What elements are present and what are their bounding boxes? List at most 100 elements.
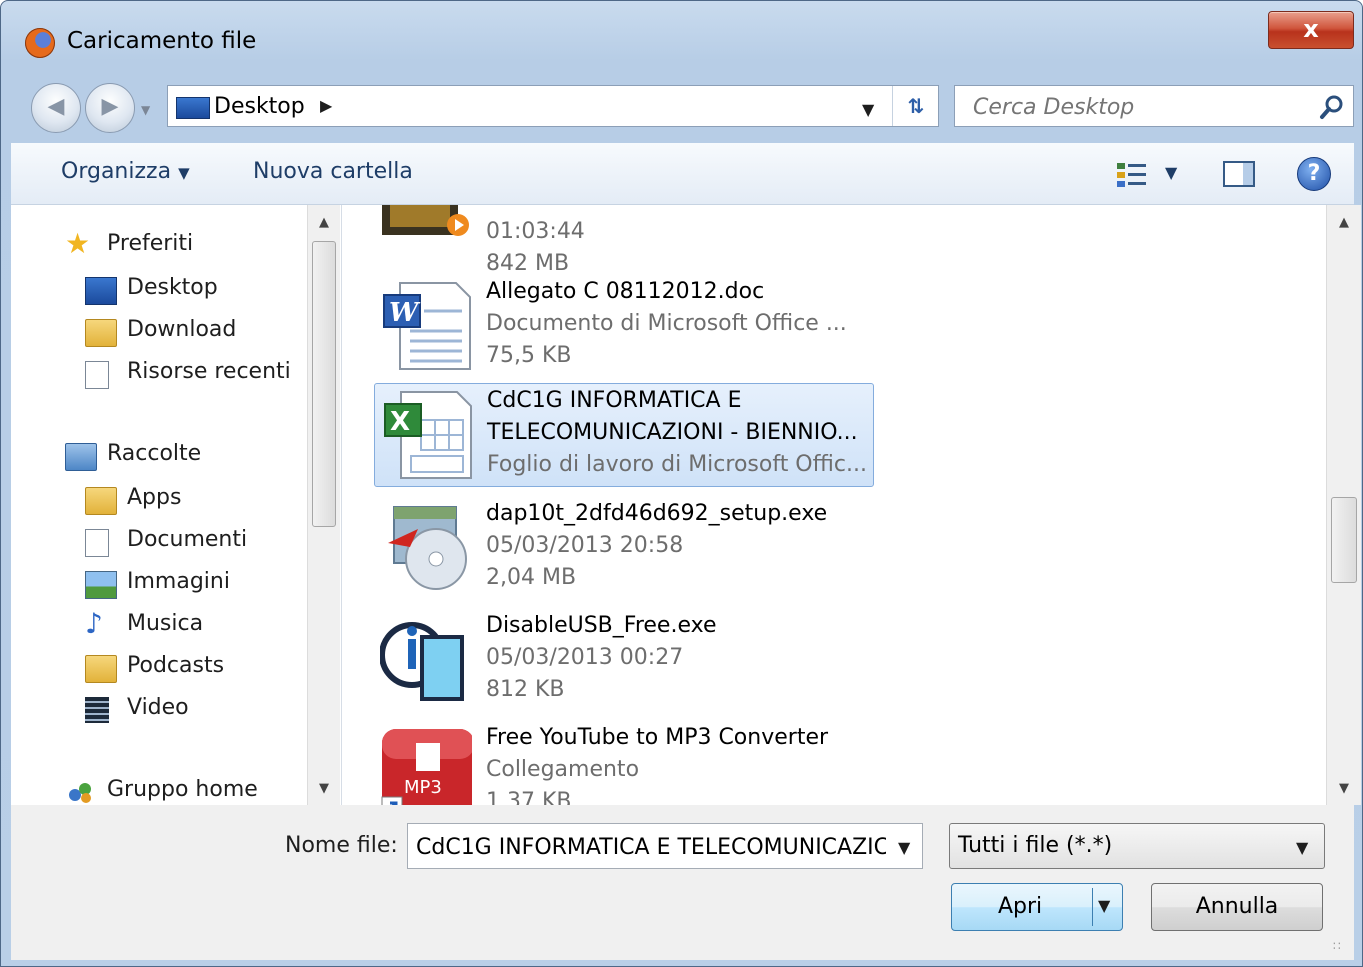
excel-document-icon: X (381, 390, 473, 480)
change-view-icon[interactable] (1115, 161, 1149, 189)
title-bar: Caricamento file x (1, 1, 1362, 73)
organize-menu-button[interactable]: Organizza ▼ (61, 159, 190, 184)
video-icon (85, 697, 109, 723)
address-bar[interactable]: Desktop ▶ ▼ ⇅ (167, 85, 939, 127)
star-icon: ★ (65, 227, 91, 260)
svg-text:X: X (390, 407, 410, 437)
sidebar-item-download[interactable]: Download (85, 317, 237, 347)
svg-text:MP3: MP3 (404, 777, 442, 798)
sidebar-group-0[interactable]: ★ Preferiti (65, 227, 194, 260)
history-dropdown-icon[interactable]: ▼ (141, 103, 150, 117)
sidebar-item-label: Musica (127, 611, 204, 636)
file-name: Free YouTube to MP3 Converter (486, 725, 829, 750)
sidebar-group-1[interactable]: Raccolte (65, 441, 202, 471)
libraries-icon (65, 443, 97, 471)
sidebar-group-label: Preferiti (107, 231, 194, 256)
forward-button[interactable]: ▶ (85, 83, 135, 133)
file-detail: Foglio di lavoro di Microsoft Offic... (487, 452, 867, 477)
file-type-value: Tutti i file (*.*) (958, 833, 1113, 858)
search-icon[interactable] (1317, 92, 1347, 122)
cancel-button[interactable]: Annulla (1151, 883, 1323, 931)
sidebar-item-apps[interactable]: Apps (85, 485, 182, 515)
file-size: 75,5 KB (486, 343, 572, 368)
file-size: 812 KB (486, 677, 565, 702)
folder-icon (85, 487, 117, 515)
scroll-down-icon[interactable]: ▼ (1327, 781, 1361, 796)
file-size: 842 MB (486, 251, 570, 276)
breadcrumb-chevron-icon[interactable]: ▶ (320, 96, 332, 115)
file-size: 2,04 MB (486, 565, 577, 590)
breadcrumb-desktop[interactable]: Desktop (214, 94, 305, 119)
mp3-shortcut-icon: MP3 (380, 727, 474, 805)
pictures-icon (85, 571, 117, 599)
file-item[interactable]: MP3 Free YouTube to MP3 Converter Collegam… (374, 721, 874, 805)
documents-icon (85, 529, 109, 557)
sidebar-item-label: Risorse recenti (127, 359, 291, 384)
file-name-continued: TELECOMUNICAZIONI - BIENNIO... (487, 420, 858, 445)
command-bar: Organizza ▼ Nuova cartella ▼ ? (11, 143, 1354, 205)
open-button[interactable]: Apri ▼ (951, 883, 1123, 931)
open-options-dropdown-icon[interactable]: ▼ (1098, 896, 1110, 915)
sidebar-item-immagini[interactable]: Immagini (85, 569, 230, 599)
file-detail: 01:03:44 (486, 219, 585, 244)
scroll-up-icon[interactable]: ▲ (308, 215, 340, 230)
sidebar-group-2[interactable]: Gruppo home (69, 777, 258, 803)
scroll-down-icon[interactable]: ▼ (308, 781, 340, 796)
refresh-button[interactable]: ⇅ (892, 86, 939, 126)
search-box[interactable] (954, 85, 1354, 127)
sidebar-item-label: Apps (127, 485, 182, 510)
sidebar-item-documenti[interactable]: Documenti (85, 527, 247, 557)
back-arrow-icon: ◀ (47, 94, 65, 119)
sidebar-group-label: Raccolte (107, 441, 202, 466)
cancel-button-label: Annulla (1195, 894, 1279, 919)
file-list-scrollbar[interactable]: ▲ ▼ (1326, 205, 1361, 805)
close-button[interactable]: x (1268, 11, 1354, 49)
scroll-up-icon[interactable]: ▲ (1327, 215, 1361, 230)
view-options-dropdown-icon[interactable]: ▼ (1165, 163, 1177, 182)
address-dropdown-icon[interactable]: ▼ (862, 100, 874, 119)
music-icon: ♪ (85, 607, 103, 640)
navigation-scrollbar[interactable]: ▲ ▼ (307, 205, 340, 805)
file-name: DisableUSB_Free.exe (486, 613, 717, 638)
scrollbar-thumb[interactable] (1331, 497, 1357, 583)
video-file-icon (380, 205, 472, 279)
dialog-footer: Nome file: ▼ Tutti i file (*.*) ▼ Apri ▼… (11, 805, 1354, 960)
resize-grip-icon[interactable]: ∷ (1333, 939, 1341, 953)
filename-combobox[interactable]: ▼ (407, 823, 923, 869)
file-type-select[interactable]: Tutti i file (*.*) ▼ (949, 823, 1325, 869)
file-item[interactable]: DisableUSB_Free.exe 05/03/2013 00:27 812 K… (374, 609, 874, 713)
sidebar-item-video[interactable]: Video (85, 695, 189, 723)
file-item[interactable]: W Allegato C 08112012.doc Documento di Mic… (374, 275, 874, 379)
filename-label: Nome file: (285, 833, 398, 858)
sidebar-item-desktop[interactable]: Desktop (85, 275, 218, 305)
desktop-icon (176, 97, 210, 119)
forward-arrow-icon: ▶ (101, 94, 119, 119)
back-button[interactable]: ◀ (31, 83, 81, 133)
preview-pane-button[interactable] (1223, 161, 1255, 187)
sidebar-item-podcasts[interactable]: Podcasts (85, 653, 224, 683)
split-divider (1092, 888, 1093, 926)
chevron-down-icon: ▼ (1296, 838, 1309, 857)
sidebar-item-risorse-recenti[interactable]: Risorse recenti (85, 359, 291, 389)
filename-field[interactable] (414, 834, 888, 861)
file-size: 1,37 KB (486, 789, 572, 805)
chevron-down-icon[interactable]: ▼ (898, 838, 910, 857)
new-folder-button[interactable]: Nuova cartella (253, 159, 413, 184)
sidebar-item-label: Download (127, 317, 237, 342)
sidebar-item-label: Video (127, 695, 189, 720)
sidebar-item-musica[interactable]: ♪ Musica (85, 607, 204, 640)
file-detail: Collegamento (486, 757, 640, 782)
organize-label: Organizza (61, 159, 172, 184)
open-button-label: Apri (998, 894, 1043, 919)
installer-icon (380, 503, 472, 593)
file-detail: Documento di Microsoft Office ... (486, 311, 847, 336)
firefox-icon (25, 28, 55, 58)
address-row: ◀ ▶ ▼ Desktop ▶ ▼ ⇅ (1, 75, 1362, 137)
file-name: Allegato C 08112012.doc (486, 279, 765, 304)
file-item[interactable]: dap10t_2dfd46d692_setup.exe 05/03/2013 20… (374, 497, 874, 601)
search-input[interactable] (971, 94, 1305, 121)
scrollbar-thumb[interactable] (312, 241, 336, 527)
file-item[interactable]: X CdC1G INFORMATICA E TELECOMUNICAZIONI - … (374, 383, 874, 487)
svg-text:W: W (389, 298, 421, 328)
help-icon[interactable]: ? (1297, 157, 1331, 191)
